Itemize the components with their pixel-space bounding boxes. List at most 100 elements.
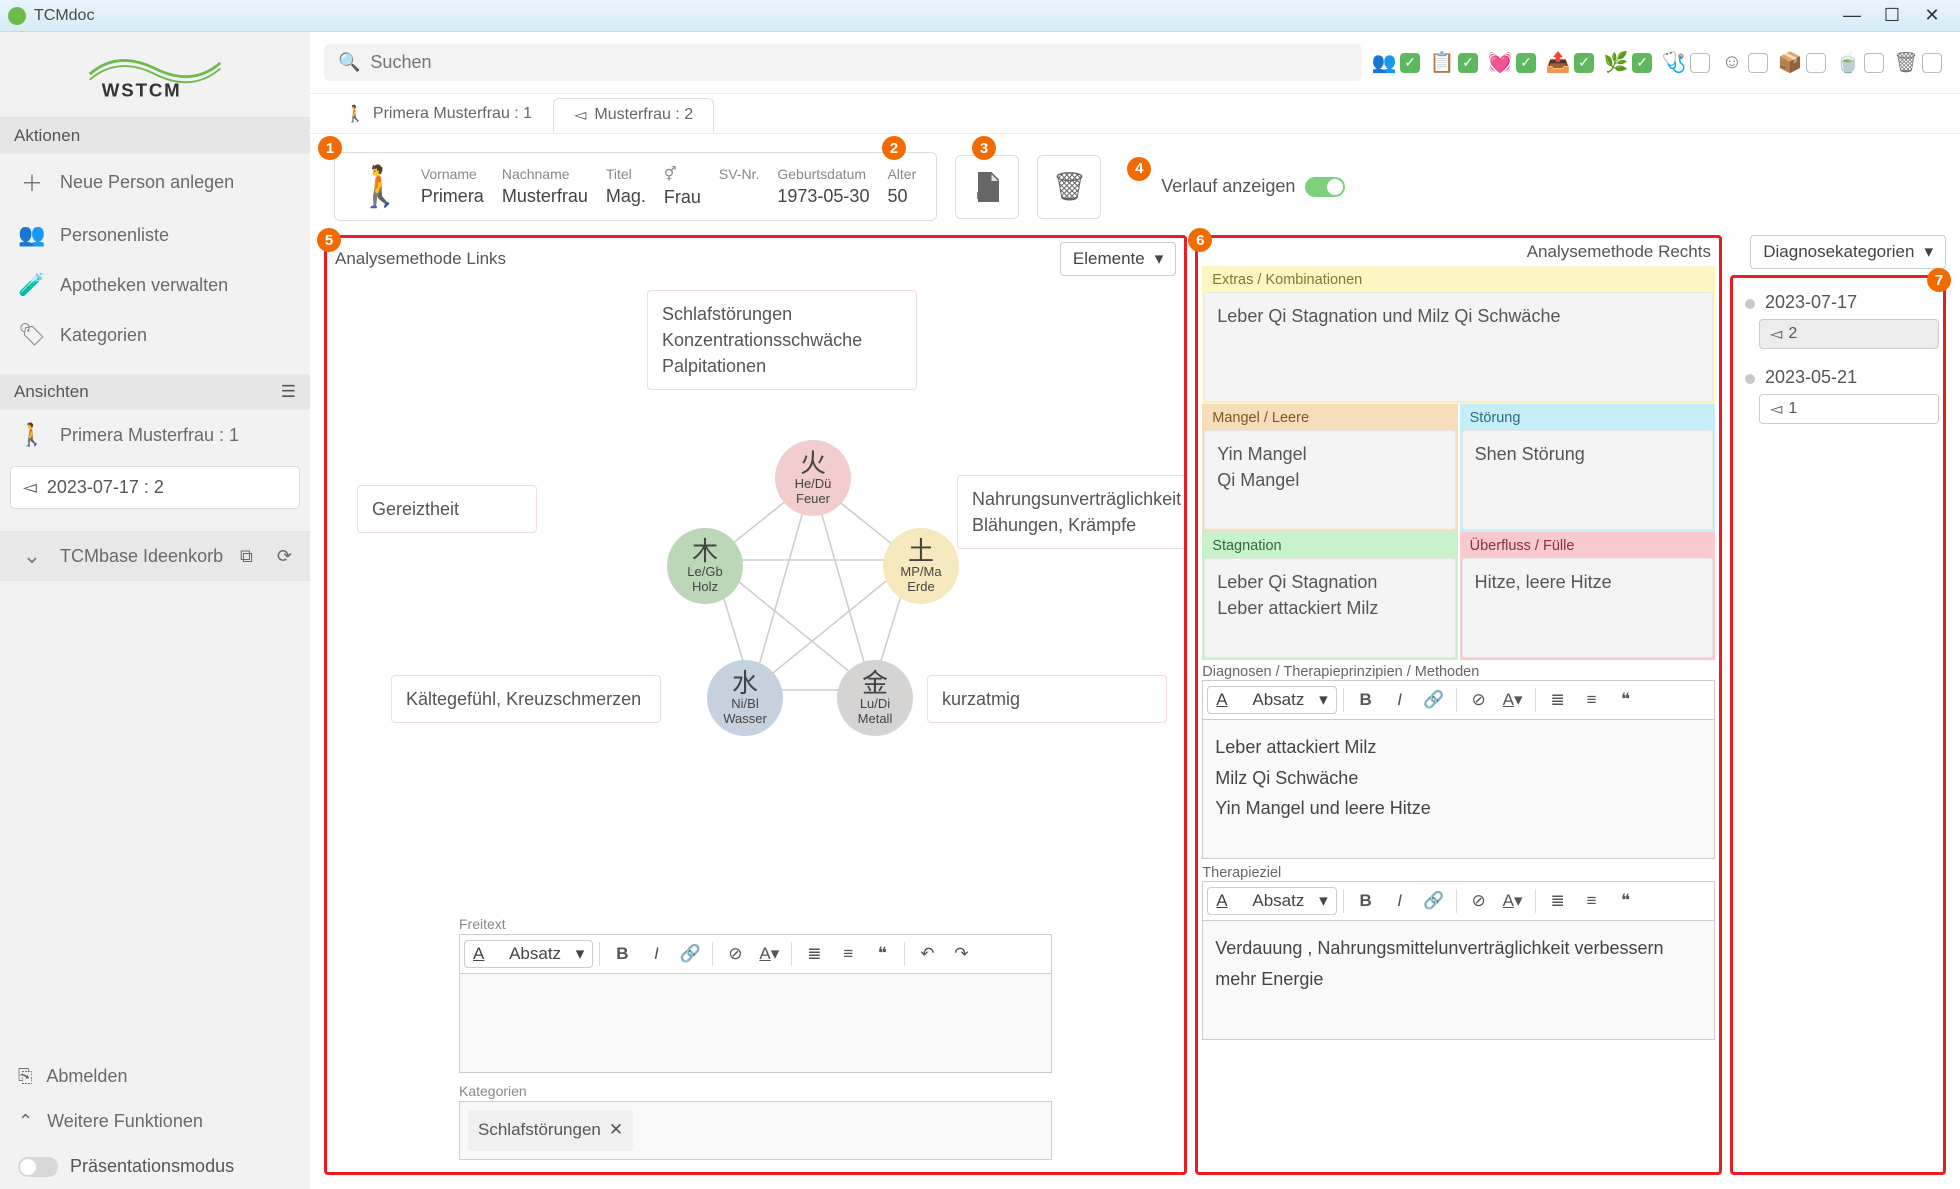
- tab-session[interactable]: ◅Musterfrau : 2: [553, 98, 714, 132]
- search-input[interactable]: [370, 52, 1348, 73]
- menu-icon[interactable]: ☰: [281, 382, 296, 402]
- paragraph-dropdown[interactable]: A Absatz ▾: [464, 940, 593, 968]
- sidebar-categories[interactable]: 🏷Kategorien: [0, 310, 310, 360]
- redo-button[interactable]: ↷: [945, 939, 977, 969]
- link-button[interactable]: 🔗: [1418, 685, 1450, 715]
- bold-button[interactable]: B: [1350, 886, 1382, 916]
- ul-button[interactable]: ≣: [1542, 685, 1574, 715]
- text-color-button[interactable]: A▾: [1497, 685, 1529, 715]
- text-color-button[interactable]: A▾: [1497, 886, 1529, 916]
- element-water[interactable]: 水Ni/BlWasser: [707, 660, 783, 736]
- extras-body[interactable]: Leber Qi Stagnation und Milz Qi Schwäche: [1204, 292, 1713, 402]
- bold-button[interactable]: B: [1350, 685, 1382, 715]
- freitext-editor[interactable]: [459, 973, 1052, 1073]
- stethoscope-icon[interactable]: 🩺: [1660, 49, 1688, 77]
- window-minimize[interactable]: —: [1832, 2, 1872, 30]
- diagnosekategorien-dropdown[interactable]: Diagnosekategorien▾: [1750, 235, 1946, 269]
- symptom-box-earth[interactable]: Nahrungsunverträglichkeit Blähungen, Krä…: [957, 475, 1184, 549]
- element-wood[interactable]: 木Le/GbHolz: [667, 528, 743, 604]
- check-icon: ✓: [1458, 53, 1478, 73]
- history-chip-2[interactable]: ◅1: [1759, 394, 1939, 424]
- ol-button[interactable]: ≡: [1576, 886, 1608, 916]
- sidebar-logout[interactable]: ⎘Abmelden: [0, 1054, 310, 1099]
- search-box[interactable]: 🔍: [324, 44, 1362, 81]
- element-earth[interactable]: 土MP/MaErde: [883, 528, 959, 604]
- tab-person[interactable]: 🚶Primera Musterfrau : 1: [324, 97, 553, 131]
- right-panel: 7 2023-07-17 ◅2 2023-05-21 ◅1: [1730, 275, 1946, 1175]
- category-tag[interactable]: Schlafstörungen✕: [468, 1110, 633, 1151]
- tag-remove-icon[interactable]: ✕: [609, 1116, 623, 1145]
- chevron-up-icon: ⌃: [18, 1111, 33, 1132]
- ul-button[interactable]: ≣: [798, 939, 830, 969]
- history-date-2[interactable]: 2023-05-21: [1737, 361, 1939, 394]
- face-icon[interactable]: ☺: [1718, 49, 1746, 77]
- text-color-button[interactable]: A▾: [753, 939, 785, 969]
- box-icon[interactable]: 📦: [1776, 49, 1804, 77]
- ther-editor[interactable]: Verdauung , Nahrungsmittelunverträglichk…: [1202, 920, 1715, 1040]
- clear-format-button[interactable]: ⊘: [1463, 685, 1495, 715]
- content: 🔍 👥✓ 📋✓ 💓✓ 📤✓ 🌿✓ 🩺 ☺ 📦 🍵 🗑 🚶Primera Must…: [310, 32, 1960, 1189]
- pdf-button[interactable]: PDF: [955, 155, 1019, 219]
- sidebar-ideabasket[interactable]: ⌄ TCMbase Ideenkorb ⧉ ⟳: [0, 531, 310, 581]
- refresh-icon[interactable]: ⟳: [277, 546, 292, 567]
- clear-format-button[interactable]: ⊘: [719, 939, 751, 969]
- kategorien-field[interactable]: Schlafstörungen✕: [459, 1101, 1052, 1160]
- unchecked-icon: [1922, 53, 1942, 73]
- symptom-box-water[interactable]: Kältegefühl, Kreuzschmerzen: [391, 675, 661, 723]
- diag-editor[interactable]: Leber attackiert Milz Milz Qi Schwäche Y…: [1202, 719, 1715, 859]
- user-plus-icon: ＋: [18, 166, 46, 198]
- leaf-icon[interactable]: 🌿: [1602, 49, 1630, 77]
- main-split: 5 Analysemethode Links Elemente▾ Schlafs…: [310, 221, 1960, 1189]
- paragraph-dropdown[interactable]: A Absatz ▾: [1207, 887, 1336, 915]
- elements-dropdown[interactable]: Elemente▾: [1060, 242, 1176, 276]
- italic-button[interactable]: I: [640, 939, 672, 969]
- sidebar-more[interactable]: ⌃Weitere Funktionen: [0, 1099, 310, 1144]
- italic-button[interactable]: I: [1384, 685, 1416, 715]
- stoerung-box: Störung Shen Störung: [1460, 404, 1715, 532]
- app-logo-dot: [8, 7, 26, 25]
- ol-button[interactable]: ≡: [1576, 685, 1608, 715]
- delete-button[interactable]: 🗑: [1037, 155, 1101, 219]
- sidebar-view-person[interactable]: 🚶Primera Musterfrau : 1: [0, 410, 310, 460]
- sidebar-new-person[interactable]: ＋Neue Person anlegen: [0, 154, 310, 210]
- sidebar-person-list[interactable]: 👥Personenliste: [0, 210, 310, 260]
- bold-button[interactable]: B: [606, 939, 638, 969]
- history-chip-1[interactable]: ◅2: [1759, 319, 1939, 349]
- open-external-icon[interactable]: ⧉: [240, 546, 253, 567]
- paragraph-dropdown[interactable]: A Absatz ▾: [1207, 686, 1336, 714]
- presentation-toggle[interactable]: [18, 1157, 58, 1177]
- people-icon[interactable]: 👥: [1370, 49, 1398, 77]
- history-date-1[interactable]: 2023-07-17: [1737, 286, 1939, 319]
- check-icon: ✓: [1400, 53, 1420, 73]
- sidebar-pharmacies[interactable]: 🧪Apotheken verwalten: [0, 260, 310, 310]
- callout-3: 3: [972, 136, 996, 160]
- trash-icon[interactable]: 🗑: [1892, 49, 1920, 77]
- quote-button[interactable]: ❝: [1610, 886, 1642, 916]
- window-close[interactable]: ✕: [1912, 2, 1952, 30]
- element-fire[interactable]: 火He/DüFeuer: [775, 440, 851, 516]
- titlebar: TCMdoc — ☐ ✕: [0, 0, 1960, 32]
- link-button[interactable]: 🔗: [674, 939, 706, 969]
- chevron-down-icon: ⌄: [18, 543, 46, 569]
- symptom-box-fire[interactable]: Schlafstörungen Konzentrationsschwäche P…: [647, 290, 917, 390]
- quote-button[interactable]: ❝: [866, 939, 898, 969]
- heartbeat-icon[interactable]: 💓: [1486, 49, 1514, 77]
- window-maximize[interactable]: ☐: [1872, 2, 1912, 30]
- person-icon: 🚶: [345, 104, 365, 124]
- symptom-box-wood[interactable]: Gereiztheit: [357, 485, 537, 533]
- mortar-icon: 🧪: [18, 272, 46, 298]
- clipboard-icon[interactable]: 📋: [1428, 49, 1456, 77]
- ul-button[interactable]: ≣: [1542, 886, 1574, 916]
- history-toggle[interactable]: [1305, 177, 1345, 197]
- ol-button[interactable]: ≡: [832, 939, 864, 969]
- quote-button[interactable]: ❝: [1610, 685, 1642, 715]
- element-metal[interactable]: 金Lu/DiMetall: [837, 660, 913, 736]
- link-button[interactable]: 🔗: [1418, 886, 1450, 916]
- italic-button[interactable]: I: [1384, 886, 1416, 916]
- users-icon: 👥: [18, 222, 46, 248]
- clear-format-button[interactable]: ⊘: [1463, 886, 1495, 916]
- undo-button[interactable]: ↶: [911, 939, 943, 969]
- send-icon[interactable]: 📤: [1544, 49, 1572, 77]
- cup-icon[interactable]: 🍵: [1834, 49, 1862, 77]
- sidebar-view-session[interactable]: ◅2023-07-17 : 2: [10, 466, 300, 509]
